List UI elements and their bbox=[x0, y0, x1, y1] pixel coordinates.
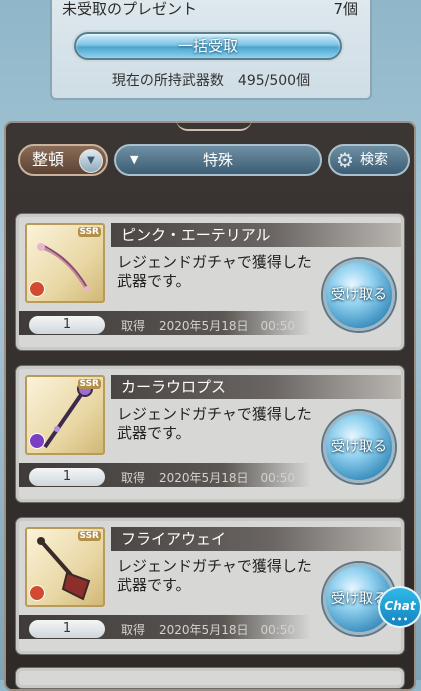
acquired-label: 取得 bbox=[121, 623, 146, 637]
weapon-thumbnail: SSR bbox=[25, 375, 105, 455]
rarity-badge: SSR bbox=[77, 379, 101, 389]
acquired-date: 2020年5月18日 00:50 bbox=[159, 471, 296, 485]
acquired-info: 取得 2020年5月18日 00:50 bbox=[121, 469, 295, 486]
quantity-badge: 1 bbox=[29, 620, 105, 638]
acquired-date: 2020年5月18日 00:50 bbox=[159, 319, 296, 333]
rarity-badge: SSR bbox=[77, 531, 101, 541]
weapon-description: レジェンドガチャで獲得した武器です。 bbox=[117, 405, 312, 442]
unclaimed-presents-label: 未受取のプレゼント bbox=[62, 0, 198, 18]
dark-element-icon bbox=[29, 433, 45, 449]
acquired-date: 2020年5月18日 00:50 bbox=[159, 623, 296, 637]
chevron-down-icon: ▼ bbox=[79, 149, 103, 173]
weapon-thumbnail: SSR bbox=[25, 223, 105, 303]
present-summary-panel: 未受取のプレゼント 7個 一括受取 現在の所持武器数 495/500個 bbox=[50, 0, 372, 100]
weapon-name: フライアウェイ bbox=[111, 527, 401, 551]
acquired-label: 取得 bbox=[121, 319, 146, 333]
quantity-badge: 1 bbox=[29, 468, 105, 486]
quantity-badge: 1 bbox=[29, 316, 105, 334]
chat-button[interactable]: Chat ••• bbox=[378, 586, 421, 628]
weapon-name: ピンク・エーテリアル bbox=[111, 223, 401, 247]
receive-button[interactable]: 受け取る bbox=[323, 411, 395, 483]
sort-button[interactable]: 整頓 ▼ bbox=[18, 144, 108, 176]
weapon-name: カーラウロプス bbox=[111, 375, 401, 399]
filter-value: 特殊 bbox=[202, 151, 233, 169]
fire-element-icon bbox=[29, 281, 45, 297]
acquired-info: 取得 2020年5月18日 00:50 bbox=[121, 317, 295, 334]
acquired-info: 取得 2020年5月18日 00:50 bbox=[121, 621, 295, 638]
present-card: SSR フライアウェイ レジェンドガチャで獲得した武器です。 1 取得 2020年… bbox=[16, 518, 404, 654]
sort-button-label: 整頓 bbox=[32, 150, 65, 169]
search-button[interactable]: ⚙ 検索 bbox=[328, 144, 410, 176]
present-card: SSR ピンク・エーテリアル レジェンドガチャで獲得した武器です。 1 取得 20… bbox=[16, 214, 404, 350]
frame-ornament bbox=[176, 119, 252, 131]
fire-element-icon bbox=[29, 585, 45, 601]
gear-icon: ⚙ bbox=[336, 148, 354, 172]
present-card-partial bbox=[16, 668, 404, 688]
weapon-description: レジェンドガチャで獲得した武器です。 bbox=[117, 253, 312, 290]
present-card: SSR カーラウロプス レジェンドガチャで獲得した武器です。 1 取得 2020年… bbox=[16, 366, 404, 502]
bulk-receive-button[interactable]: 一括受取 bbox=[74, 32, 342, 60]
search-button-label: 検索 bbox=[360, 152, 388, 168]
weapon-description: レジェンドガチャで獲得した武器です。 bbox=[117, 557, 312, 594]
chat-dots-icon: ••• bbox=[390, 615, 410, 624]
weapon-thumbnail: SSR bbox=[25, 527, 105, 607]
weapon-inventory-count: 現在の所持武器数 495/500個 bbox=[111, 73, 311, 89]
acquired-label: 取得 bbox=[121, 471, 146, 485]
receive-button[interactable]: 受け取る bbox=[323, 259, 395, 331]
rarity-badge: SSR bbox=[77, 227, 101, 237]
unclaimed-presents-row: 未受取のプレゼント 7個 bbox=[62, 0, 358, 18]
unclaimed-presents-count: 7個 bbox=[333, 0, 358, 18]
filter-dropdown[interactable]: ▼ 特殊 bbox=[114, 144, 322, 176]
chat-label: Chat bbox=[384, 599, 416, 613]
